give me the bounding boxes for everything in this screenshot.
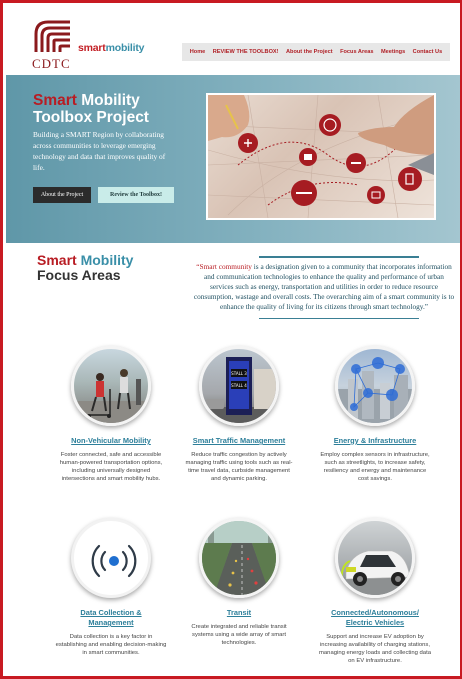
hero-title-smart: Smart — [33, 92, 77, 109]
wireless-signal-icon — [91, 544, 137, 578]
card-title-data-collection[interactable]: Data Collection & Management — [51, 608, 171, 628]
focus-areas-heading: Smart Mobility Focus Areas — [37, 253, 133, 283]
logo-word-mobility: mobility — [105, 42, 145, 54]
card-non-vehicular: Non-Vehicular Mobility Foster connected,… — [51, 346, 171, 483]
about-project-button[interactable]: About the Project — [33, 187, 91, 203]
stall-4-label: STALL 4 — [231, 383, 247, 388]
logo-word-smart: smart — [78, 42, 106, 54]
page-frame: smartmobility CDTC Home REVIEW THE TOOLB… — [0, 0, 462, 679]
card-desc-data-collection: Data collection is a key factor in estab… — [55, 634, 167, 656]
highway-transit-icon — [202, 521, 276, 595]
card-transit: Transit Create integrated and reliable t… — [179, 518, 299, 647]
non-vehicular-photo[interactable] — [71, 346, 151, 426]
hero-description: Building a SMART Region by collaborating… — [33, 130, 166, 172]
scooter-riders-icon — [74, 369, 148, 423]
quote-divider-top — [259, 256, 419, 258]
card-title-transit[interactable]: Transit — [179, 608, 299, 618]
hero-map-illustration — [208, 95, 434, 218]
card-energy: Energy & Infrastructure Employ complex s… — [315, 346, 435, 483]
card-desc-energy: Employ complex sensors in infrastructure… — [320, 452, 430, 482]
smart-community-quote: “Smart community is a designation given … — [193, 262, 455, 312]
nav-meetings[interactable]: Meetings — [381, 49, 405, 55]
hero-title: Smart Mobility — [33, 92, 140, 110]
nav-contact-us[interactable]: Contact Us — [413, 49, 443, 55]
nav-about-project[interactable]: About the Project — [286, 49, 333, 55]
energy-photo[interactable] — [335, 346, 415, 426]
logo-wordmark[interactable]: smartmobility — [78, 42, 144, 54]
hero-banner: Smart Mobility Toolbox Project Building … — [6, 75, 460, 243]
focus-title-smart: Smart — [37, 252, 77, 268]
logo-org: CDTC — [32, 56, 71, 71]
card-desc-transit: Create integrated and reliable transit s… — [191, 624, 287, 646]
city-network-icon — [338, 357, 412, 423]
electric-car-icon — [338, 550, 412, 595]
card-desc-smart-traffic: Reduce traffic congestion by actively ma… — [185, 452, 293, 482]
card-title-energy[interactable]: Energy & Infrastructure — [315, 436, 435, 446]
nav-home[interactable]: Home — [190, 49, 206, 55]
logo-road-icon[interactable] — [34, 20, 72, 54]
hero-map-image — [206, 93, 436, 220]
transit-photo[interactable] — [199, 518, 279, 598]
main-nav: Home REVIEW THE TOOLBOX! About the Proje… — [182, 43, 450, 61]
card-title-non-vehicular[interactable]: Non-Vehicular Mobility — [51, 436, 171, 446]
hands-illustration — [208, 95, 434, 175]
card-title-smart-traffic[interactable]: Smart Traffic Management — [179, 436, 299, 446]
stall-3-label: STALL 3 — [231, 371, 247, 376]
focus-title-mobility: Mobility — [80, 252, 134, 268]
card-title-connected-vehicles[interactable]: Connected/Autonomous/ Electric Vehicles — [315, 608, 435, 628]
card-connected-vehicles: Connected/Autonomous/ Electric Vehicles … — [315, 518, 435, 665]
quote-divider-bottom — [259, 318, 419, 319]
ev-photo[interactable] — [335, 518, 415, 598]
card-desc-connected-vehicles: Support and increase EV adoption by incr… — [319, 634, 431, 664]
review-toolbox-button[interactable]: Review the Toolbox! — [98, 187, 174, 203]
card-smart-traffic: STALL 3 STALL 4 Smart Traffic Management… — [179, 346, 299, 483]
smart-traffic-photo[interactable]: STALL 3 STALL 4 — [199, 346, 279, 426]
hero-subtitle: Toolbox Project — [33, 109, 149, 126]
site-header: smartmobility CDTC Home REVIEW THE TOOLB… — [6, 6, 460, 72]
hero-title-mobility: Mobility — [81, 92, 140, 109]
nav-focus-areas[interactable]: Focus Areas — [340, 49, 373, 55]
data-collection-photo[interactable] — [71, 518, 151, 598]
focus-title-line2: Focus Areas — [37, 267, 121, 283]
parking-sign-icon: STALL 3 STALL 4 — [202, 357, 276, 423]
card-data-collection: Data Collection & Management Data collec… — [51, 518, 171, 657]
card-desc-non-vehicular: Foster connected, safe and accessible hu… — [59, 452, 163, 482]
nav-review-toolbox[interactable]: REVIEW THE TOOLBOX! — [213, 49, 279, 55]
quote-highlight: “Smart community — [196, 262, 252, 271]
